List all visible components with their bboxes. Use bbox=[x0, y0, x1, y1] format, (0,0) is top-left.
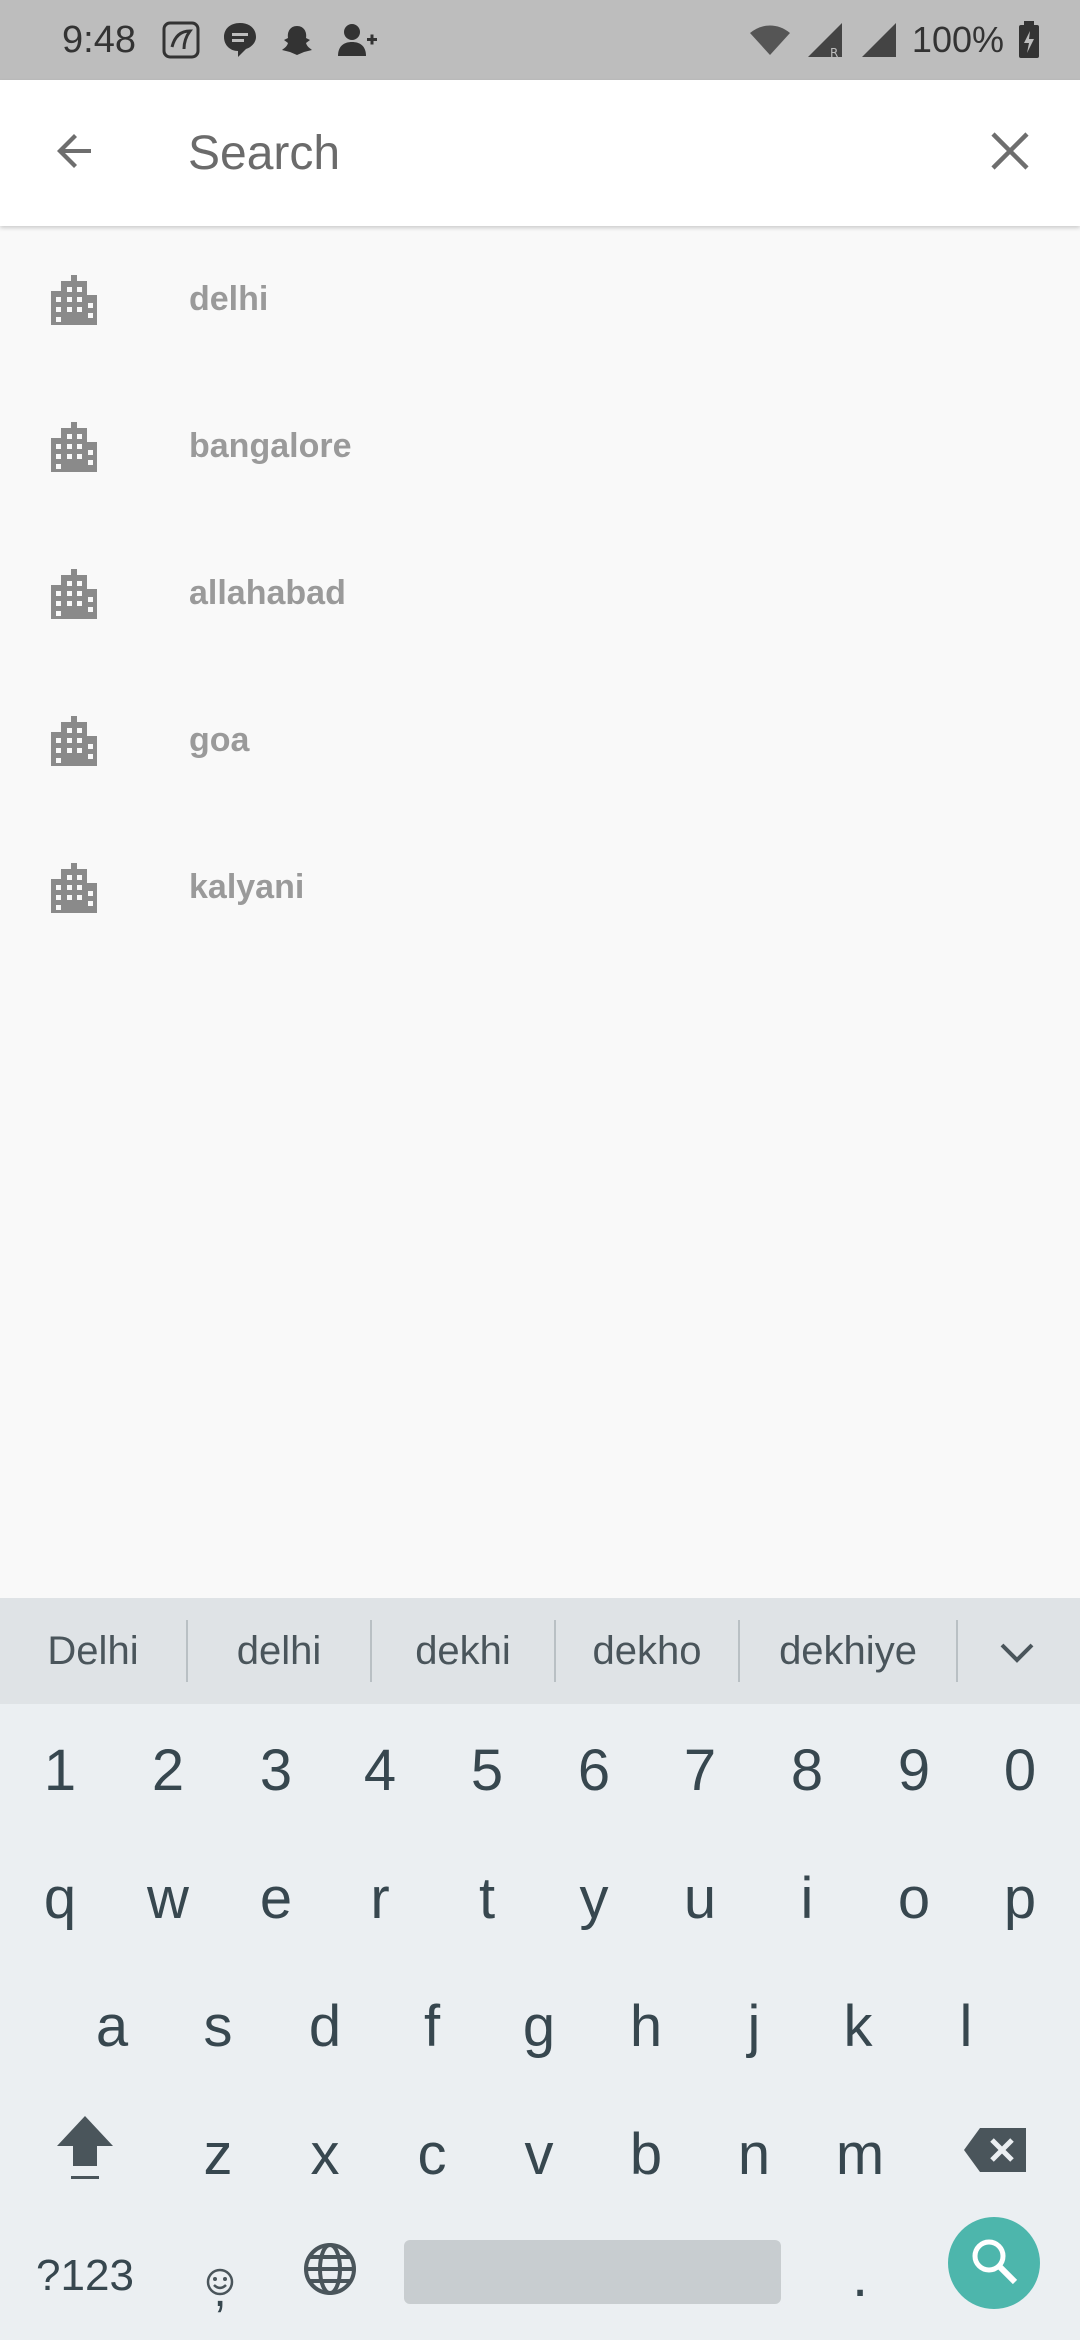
status-bar: 9:48 R 100% bbox=[0, 0, 1080, 80]
city-icon bbox=[47, 273, 101, 327]
city-icon bbox=[47, 567, 101, 621]
key-9[interactable]: 9 bbox=[860, 1706, 968, 1834]
comma-emoji-key[interactable]: , bbox=[170, 2212, 270, 2340]
back-button[interactable] bbox=[0, 80, 150, 226]
key-t[interactable]: t bbox=[433, 1834, 541, 1962]
key-j[interactable]: j bbox=[700, 1962, 808, 2090]
list-item-label: goa bbox=[189, 721, 250, 759]
key-4[interactable]: 4 bbox=[326, 1706, 434, 1834]
language-key[interactable] bbox=[280, 2212, 380, 2340]
snapchat-icon bbox=[280, 23, 314, 57]
key-f[interactable]: f bbox=[378, 1962, 486, 2090]
keyboard-row-2: a s d f g h j k l bbox=[0, 1962, 1080, 2090]
saavn-icon bbox=[162, 21, 200, 59]
key-g[interactable]: g bbox=[485, 1962, 593, 2090]
arrow-back-icon bbox=[51, 127, 99, 180]
word-suggestion-bar: Delhi delhi dekhi dekho dekhiye bbox=[0, 1598, 1080, 1704]
keyboard-number-row: 1 2 3 4 5 6 7 8 9 0 bbox=[0, 1706, 1080, 1834]
key-b[interactable]: b bbox=[592, 2090, 700, 2218]
battery-percentage: 100% bbox=[911, 19, 1004, 60]
svg-text:R: R bbox=[830, 46, 838, 59]
soft-keyboard: Delhi delhi dekhi dekho dekhiye 1 2 3 4 … bbox=[0, 1598, 1080, 2340]
add-contact-icon bbox=[336, 22, 378, 58]
key-y[interactable]: y bbox=[540, 1834, 648, 1962]
key-r[interactable]: r bbox=[326, 1834, 434, 1962]
close-icon bbox=[989, 130, 1031, 177]
key-v[interactable]: v bbox=[485, 2090, 593, 2218]
keyboard-row-3: z x c v b n m bbox=[0, 2090, 1080, 2218]
word-suggestion[interactable]: dekhiye bbox=[740, 1598, 956, 1704]
chevron-down-icon bbox=[999, 1629, 1035, 1674]
keyboard-row-1: q w e r t y u i o p bbox=[0, 1834, 1080, 1962]
key-3[interactable]: 3 bbox=[222, 1706, 330, 1834]
search-input[interactable] bbox=[150, 103, 930, 203]
backspace-icon bbox=[962, 2121, 1028, 2188]
expand-suggestions-button[interactable] bbox=[958, 1598, 1076, 1704]
key-0[interactable]: 0 bbox=[966, 1706, 1074, 1834]
wifi-icon bbox=[748, 23, 792, 57]
list-item-bangalore[interactable]: bangalore bbox=[0, 373, 1080, 520]
keyboard-search-button[interactable] bbox=[948, 2217, 1040, 2309]
key-1[interactable]: 1 bbox=[6, 1706, 114, 1834]
search-app-bar bbox=[0, 80, 1080, 226]
word-suggestion[interactable]: Delhi bbox=[0, 1598, 186, 1704]
word-suggestion[interactable]: delhi bbox=[188, 1598, 370, 1704]
key-k[interactable]: k bbox=[804, 1962, 912, 2090]
message-icon bbox=[222, 21, 258, 59]
key-w[interactable]: w bbox=[114, 1834, 222, 1962]
key-a[interactable]: a bbox=[58, 1962, 166, 2090]
key-i[interactable]: i bbox=[753, 1834, 861, 1962]
city-icon bbox=[47, 420, 101, 474]
key-h[interactable]: h bbox=[592, 1962, 700, 2090]
city-suggestions-list: delhi bangalore allahabad goa kalyani bbox=[0, 226, 1080, 961]
key-d[interactable]: d bbox=[271, 1962, 379, 2090]
signal-roaming-icon: R bbox=[806, 21, 846, 59]
comma-label: , bbox=[213, 2264, 227, 2317]
shift-icon bbox=[53, 2112, 117, 2196]
key-q[interactable]: q bbox=[6, 1834, 114, 1962]
key-u[interactable]: u bbox=[646, 1834, 754, 1962]
key-2[interactable]: 2 bbox=[114, 1706, 222, 1834]
list-item-label: kalyani bbox=[189, 868, 305, 906]
key-l[interactable]: l bbox=[912, 1962, 1020, 2090]
globe-icon bbox=[302, 2241, 358, 2311]
city-icon bbox=[47, 714, 101, 768]
key-z[interactable]: z bbox=[164, 2090, 272, 2218]
notification-icons bbox=[162, 21, 378, 59]
space-key[interactable] bbox=[404, 2240, 781, 2304]
backspace-key[interactable] bbox=[940, 2090, 1050, 2218]
clear-search-button[interactable] bbox=[960, 103, 1060, 203]
search-icon bbox=[969, 2236, 1019, 2291]
key-s[interactable]: s bbox=[164, 1962, 272, 2090]
word-suggestion[interactable]: dekho bbox=[556, 1598, 738, 1704]
key-n[interactable]: n bbox=[700, 2090, 808, 2218]
shift-key[interactable] bbox=[30, 2090, 140, 2218]
city-icon bbox=[47, 861, 101, 915]
system-status: R 100% bbox=[748, 19, 1040, 61]
list-item-label: bangalore bbox=[189, 427, 352, 465]
list-item-kalyani[interactable]: kalyani bbox=[0, 814, 1080, 961]
symbols-key[interactable]: ?123 bbox=[20, 2212, 150, 2340]
battery-charging-icon bbox=[1018, 21, 1040, 59]
signal-icon bbox=[860, 21, 898, 59]
key-6[interactable]: 6 bbox=[540, 1706, 648, 1834]
list-item-label: allahabad bbox=[189, 574, 346, 612]
key-e[interactable]: e bbox=[222, 1834, 330, 1962]
key-5[interactable]: 5 bbox=[433, 1706, 541, 1834]
list-item-goa[interactable]: goa bbox=[0, 667, 1080, 814]
key-c[interactable]: c bbox=[378, 2090, 486, 2218]
word-suggestion[interactable]: dekhi bbox=[372, 1598, 554, 1704]
key-7[interactable]: 7 bbox=[646, 1706, 754, 1834]
key-o[interactable]: o bbox=[860, 1834, 968, 1962]
list-item-label: delhi bbox=[189, 280, 269, 318]
list-item-allahabad[interactable]: allahabad bbox=[0, 520, 1080, 667]
period-key[interactable]: . bbox=[830, 2212, 890, 2340]
key-8[interactable]: 8 bbox=[753, 1706, 861, 1834]
key-p[interactable]: p bbox=[966, 1834, 1074, 1962]
list-item-delhi[interactable]: delhi bbox=[0, 226, 1080, 373]
key-m[interactable]: m bbox=[804, 2090, 916, 2218]
key-x[interactable]: x bbox=[271, 2090, 379, 2218]
status-time: 9:48 bbox=[62, 18, 136, 61]
